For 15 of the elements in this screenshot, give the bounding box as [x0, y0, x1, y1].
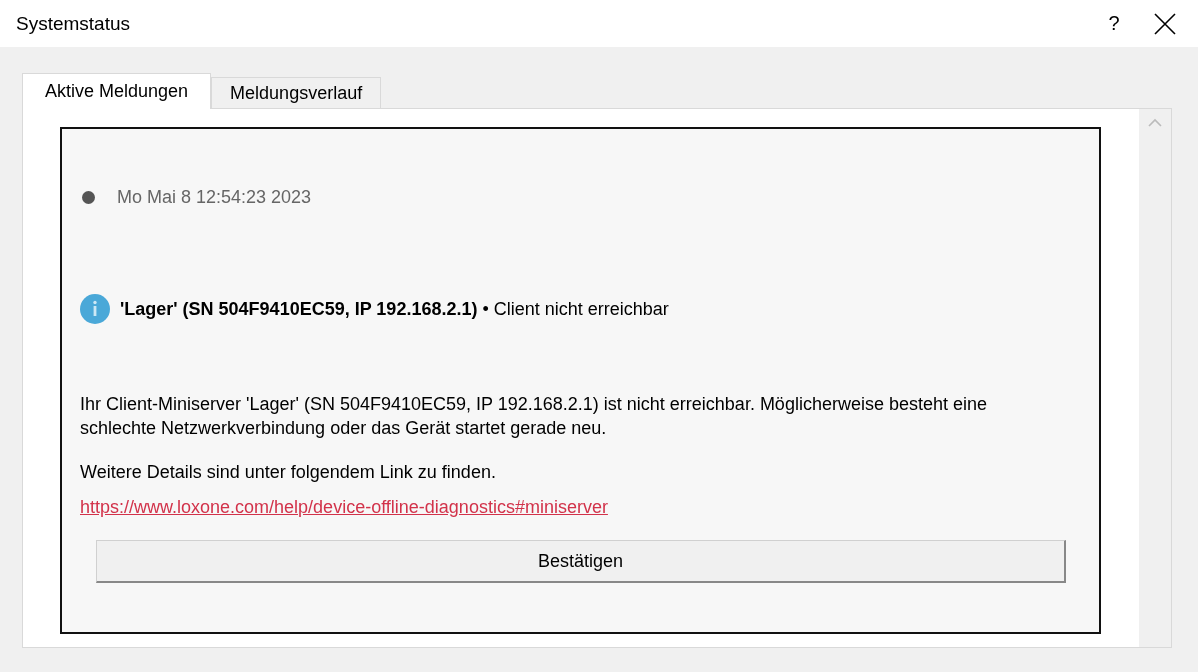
scrollbar[interactable]	[1139, 109, 1171, 647]
confirm-button[interactable]: Bestätigen	[96, 540, 1066, 583]
status-dot-icon	[82, 191, 95, 204]
window-title: Systemstatus	[16, 12, 132, 35]
tab[interactable]: Aktive Meldungen	[22, 73, 212, 109]
tab[interactable]: Meldungsverlauf	[211, 77, 382, 108]
close-icon[interactable]	[1154, 12, 1176, 35]
help-link[interactable]: https://www.loxone.com/help/device-offline-diagnostics#miniserver	[80, 497, 608, 518]
help-button[interactable]: ?	[1094, 12, 1134, 35]
info-icon	[80, 294, 110, 324]
message-description: Ihr Client-Miniserver 'Lager' (SN 504F9410EC59, IP 192.168.2.1) ist nicht erreichbar. Möglicherweise besteht eine schlechte Netzwerkverbindung oder das Gerät startet gerade neu.	[80, 393, 988, 440]
message-headline: 'Lager' (SN 504F9410EC59, IP 192.168.2.1) • Client nicht erreichbar	[120, 298, 669, 320]
scroll-up-icon[interactable]	[1147, 117, 1163, 129]
details-text: Weitere Details sind unter folgendem Link zu finden.	[80, 462, 497, 483]
message-timestamp: Mo Mai 8 12:54:23 2023	[117, 187, 312, 208]
